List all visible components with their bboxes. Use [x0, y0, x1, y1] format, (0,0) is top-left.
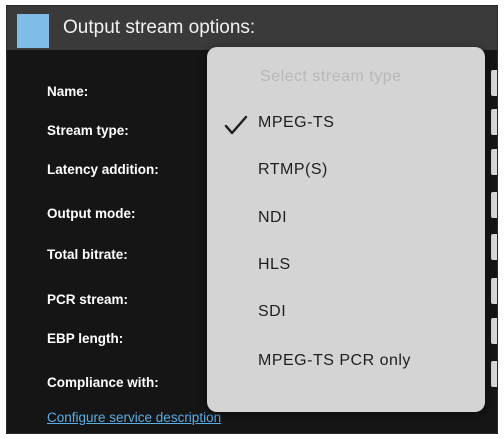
stream-type-dropdown: Select stream type MPEG-TS RTMP(S) NDI H… — [207, 47, 485, 412]
output-stream-options-panel: Output stream options: Name: Stream type… — [6, 5, 498, 434]
header-accent-bar — [17, 14, 49, 48]
option-mpeg-ts-pcr-only[interactable]: MPEG-TS PCR only — [207, 342, 485, 382]
option-sdi[interactable]: SDI — [207, 293, 485, 333]
ebp-length-label: EBP length: — [47, 331, 124, 346]
output-mode-label: Output mode: — [47, 206, 136, 221]
ebp-length-field-edge[interactable] — [491, 318, 497, 344]
total-bitrate-field-edge[interactable] — [491, 234, 497, 260]
option-label: NDI — [258, 209, 288, 226]
stream-type-label: Stream type: — [47, 123, 129, 138]
compliance-field-edge[interactable] — [491, 361, 497, 387]
total-bitrate-label: Total bitrate: — [47, 247, 128, 262]
option-hls[interactable]: HLS — [207, 246, 485, 286]
name-field-edge[interactable] — [491, 70, 497, 96]
pcr-stream-label: PCR stream: — [47, 292, 129, 307]
latency-addition-label: Latency addition: — [47, 162, 159, 177]
option-label: RTMP(S) — [258, 161, 328, 178]
output-mode-field-edge[interactable] — [491, 192, 497, 218]
stream-type-field-edge[interactable] — [491, 109, 497, 135]
latency-field-edge[interactable] — [491, 149, 497, 175]
check-icon — [224, 115, 248, 135]
option-label: MPEG-TS PCR only — [258, 352, 411, 369]
option-label: HLS — [258, 256, 291, 273]
name-label: Name: — [47, 84, 89, 99]
option-label: SDI — [258, 303, 287, 320]
dropdown-placeholder: Select stream type — [260, 68, 402, 85]
window-frame: Output stream options: Name: Stream type… — [0, 0, 504, 438]
compliance-with-label: Compliance with: — [47, 375, 159, 390]
option-mpeg-ts[interactable]: MPEG-TS — [207, 104, 485, 144]
option-ndi[interactable]: NDI — [207, 199, 485, 239]
option-label: MPEG-TS — [258, 114, 335, 131]
pcr-stream-field-edge[interactable] — [491, 278, 497, 304]
panel-header: Output stream options: — [7, 6, 497, 50]
configure-service-description-link[interactable]: Configure service description — [47, 410, 221, 425]
panel-title: Output stream options: — [63, 17, 256, 38]
option-rtmp[interactable]: RTMP(S) — [207, 151, 485, 191]
